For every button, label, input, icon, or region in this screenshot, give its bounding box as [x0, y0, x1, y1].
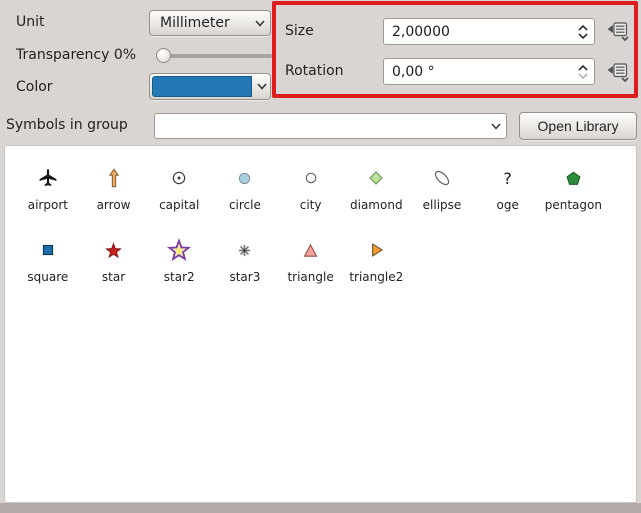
symbol-label: oge	[496, 198, 518, 212]
capital-icon	[171, 158, 187, 198]
color-button[interactable]	[149, 73, 271, 100]
symbols-in-group-label: Symbols in group	[6, 117, 128, 133]
transparency-label: Transparency 0%	[16, 47, 136, 63]
symbol-label: star2	[164, 270, 195, 284]
transparency-slider[interactable]	[156, 48, 272, 64]
city-icon	[305, 158, 317, 198]
question-mark-icon: ?	[503, 158, 512, 198]
symbol-label: ellipse	[423, 198, 462, 212]
slider-track[interactable]	[156, 54, 272, 58]
symbol-square[interactable]: square	[15, 230, 81, 302]
rotation-spinbox[interactable]: 0,00 °	[383, 58, 595, 85]
symbol-label: star3	[229, 270, 260, 284]
chevron-down-icon	[254, 20, 270, 27]
size-spinbox[interactable]: 2,00000	[383, 18, 595, 45]
unit-combobox[interactable]: Millimeter	[149, 10, 271, 36]
symbol-label: airport	[28, 198, 68, 212]
star3-icon	[236, 230, 253, 270]
symbol-label: capital	[159, 198, 199, 212]
symbol-selector-dialog: Unit Millimeter Transparency 0% Color Si…	[0, 0, 641, 513]
rotation-value: 0,00 °	[384, 64, 578, 80]
square-icon	[42, 230, 54, 270]
diamond-icon	[368, 158, 384, 198]
symbol-label: circle	[229, 198, 261, 212]
symbol-label: triangle	[287, 270, 333, 284]
data-defined-override-icon	[605, 61, 631, 83]
symbol-label: city	[300, 198, 322, 212]
symbols-group-combobox[interactable]	[154, 113, 507, 139]
symbol-pentagon[interactable]: pentagon	[541, 158, 607, 230]
rotation-label: Rotation	[285, 63, 344, 79]
star2-icon	[166, 230, 192, 270]
spin-up-icon[interactable]	[578, 25, 588, 31]
arrow-icon	[103, 158, 125, 198]
ellipse-icon	[431, 158, 453, 198]
symbol-circle[interactable]: circle	[212, 158, 278, 230]
symbol-label: diamond	[350, 198, 403, 212]
symbol-diamond[interactable]: diamond	[343, 158, 409, 230]
rotation-data-defined-override-button[interactable]	[602, 59, 634, 85]
spin-down-icon[interactable]	[578, 33, 588, 39]
symbol-triangle[interactable]: triangle	[278, 230, 344, 302]
symbol-star[interactable]: star	[81, 230, 147, 302]
color-label: Color	[16, 79, 53, 95]
unit-label: Unit	[16, 14, 45, 30]
symbol-ellipse[interactable]: ellipse	[409, 158, 475, 230]
data-defined-override-icon	[605, 20, 631, 42]
symbol-arrow[interactable]: arrow	[81, 158, 147, 230]
symbol-star2[interactable]: star2	[146, 230, 212, 302]
unit-combobox-value: Millimeter	[150, 15, 254, 31]
spin-down-icon[interactable]	[578, 73, 588, 79]
window-edge	[0, 503, 641, 513]
star-icon	[104, 230, 123, 270]
symbol-triangle2[interactable]: triangle2	[343, 230, 409, 302]
color-swatch	[152, 76, 252, 97]
chevron-down-icon	[490, 123, 506, 130]
symbol-label: star	[102, 270, 125, 284]
circle-icon	[238, 158, 251, 198]
symbol-city[interactable]: city	[278, 158, 344, 230]
symbol-grid: airport arrow capital circle	[15, 158, 607, 302]
size-label: Size	[285, 23, 314, 39]
open-library-button[interactable]: Open Library	[519, 112, 637, 140]
spin-up-icon[interactable]	[578, 65, 588, 71]
triangle2-icon	[368, 230, 384, 270]
size-value: 2,00000	[384, 24, 578, 40]
slider-handle[interactable]	[156, 48, 171, 63]
symbol-label: arrow	[97, 198, 131, 212]
pentagon-icon	[565, 158, 582, 198]
symbol-label: triangle2	[349, 270, 403, 284]
symbol-label: square	[27, 270, 68, 284]
triangle-icon	[302, 230, 319, 270]
symbol-star3[interactable]: star3	[212, 230, 278, 302]
symbol-list-panel[interactable]: airport arrow capital circle	[4, 145, 637, 503]
symbol-oge[interactable]: ? oge	[475, 158, 541, 230]
chevron-down-icon	[254, 74, 270, 99]
symbol-label: pentagon	[545, 198, 602, 212]
symbol-capital[interactable]: capital	[146, 158, 212, 230]
symbol-airport[interactable]: airport	[15, 158, 81, 230]
size-data-defined-override-button[interactable]	[602, 18, 634, 44]
airport-icon	[37, 158, 59, 198]
